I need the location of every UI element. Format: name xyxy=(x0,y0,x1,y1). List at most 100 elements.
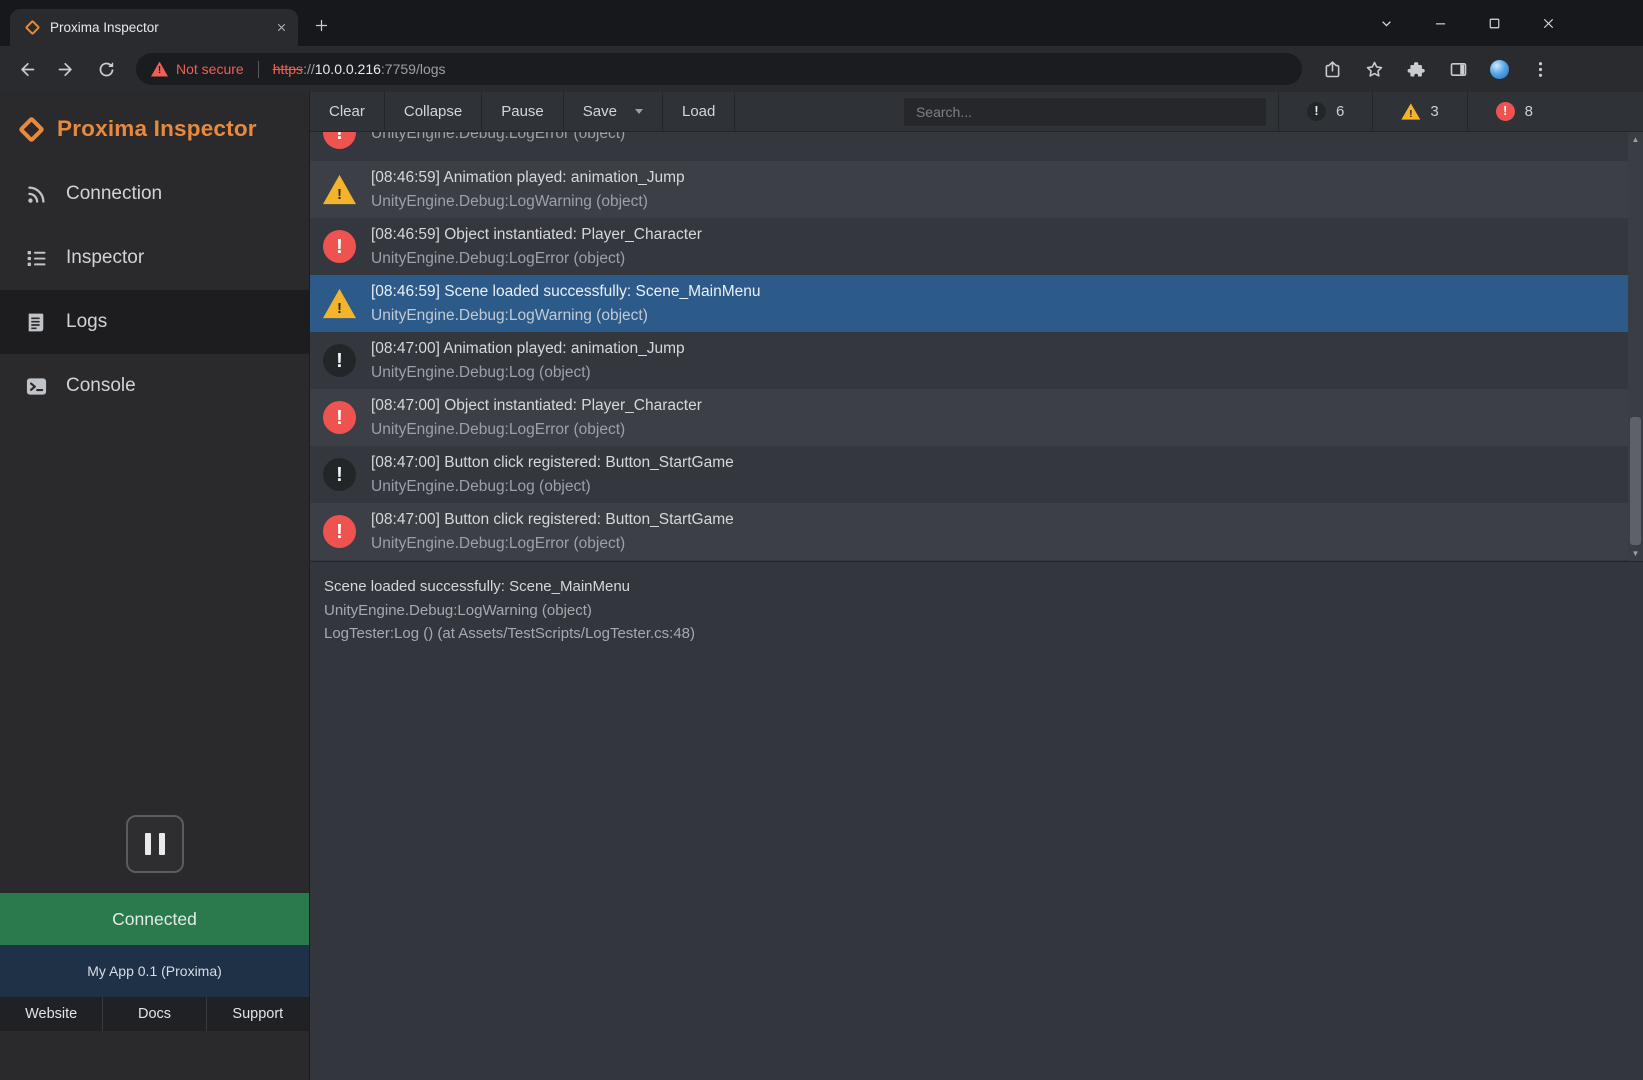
reload-icon[interactable] xyxy=(90,53,122,85)
log-scrollbar[interactable]: ▲ ▼ xyxy=(1628,132,1643,561)
back-icon[interactable] xyxy=(10,53,42,85)
sidebar-item-logs[interactable]: Logs xyxy=(0,290,309,354)
log-source: UnityEngine.Debug:LogWarning (object) xyxy=(371,190,685,213)
bookmark-star-icon[interactable] xyxy=(1364,59,1385,80)
info-count-badge[interactable]: 6 xyxy=(1278,92,1372,131)
log-row[interactable]: [08:47:00] Animation played: animation_J… xyxy=(310,332,1643,389)
error-count-badge[interactable]: 8 xyxy=(1467,92,1643,131)
log-message: [08:47:00] Button click registered: Butt… xyxy=(371,451,734,474)
error-icon xyxy=(323,401,356,434)
clear-button[interactable]: Clear xyxy=(310,92,385,131)
sidebar-item-connection[interactable]: Connection xyxy=(0,162,309,226)
url-scheme: https xyxy=(273,61,303,77)
error-icon xyxy=(323,132,356,149)
pause-stream-button[interactable] xyxy=(126,815,184,873)
detail-line: Scene loaded successfully: Scene_MainMen… xyxy=(324,575,1629,599)
search-input[interactable] xyxy=(904,98,1266,126)
footer-link[interactable]: Support xyxy=(207,997,309,1031)
save-dropdown-caret-icon[interactable] xyxy=(635,109,643,114)
info-icon xyxy=(323,344,356,377)
save-button[interactable]: Save xyxy=(564,92,663,131)
url-text: https://10.0.0.216:7759/logs xyxy=(273,61,446,77)
warning-count-badge[interactable]: 3 xyxy=(1372,92,1466,131)
sidebar-spacer xyxy=(0,418,309,815)
logs-icon xyxy=(24,310,49,335)
minimize-icon[interactable] xyxy=(1429,12,1451,34)
footer-link[interactable]: Docs xyxy=(103,997,206,1031)
log-row[interactable]: [08:47:00] Button click registered: Butt… xyxy=(310,503,1643,560)
scrollbar-thumb[interactable] xyxy=(1630,417,1641,545)
extension-avatar-icon[interactable] xyxy=(1490,60,1509,79)
warning-icon xyxy=(1401,103,1420,120)
maximize-icon[interactable] xyxy=(1483,12,1505,34)
log-message: [08:46:59] Scene loaded successfully: Sc… xyxy=(371,280,760,303)
scroll-down-icon[interactable]: ▼ xyxy=(1632,549,1640,558)
brand-title: Proxima Inspector xyxy=(57,116,257,142)
load-button[interactable]: Load xyxy=(663,92,735,131)
proxima-logo-icon xyxy=(18,116,45,143)
browser-tab-strip: Proxima Inspector xyxy=(0,0,1643,46)
app-info-bar: My App 0.1 (Proxima) xyxy=(0,945,309,997)
log-message: [08:46:59] Animation played: animation_J… xyxy=(371,166,685,189)
footer-link[interactable]: Website xyxy=(0,997,103,1031)
connection-status-badge: Connected xyxy=(0,893,309,945)
log-source: UnityEngine.Debug:Log (object) xyxy=(371,361,685,384)
tab-title: Proxima Inspector xyxy=(50,20,262,35)
log-source: UnityEngine.Debug:LogError (object) xyxy=(371,247,702,270)
browser-tab[interactable]: Proxima Inspector xyxy=(10,9,298,46)
sidebar-nav: Connection Inspector Logs Consol xyxy=(0,162,309,418)
proxima-favicon-icon xyxy=(24,20,40,36)
log-list: UnityEngine.Debug:LogError (object) [08:… xyxy=(310,132,1643,561)
browser-menu-icon[interactable] xyxy=(1530,59,1551,80)
log-row[interactable]: [08:46:59] Animation played: animation_J… xyxy=(310,161,1643,218)
sidebar: Proxima Inspector Connection Inspector xyxy=(0,92,310,1080)
sidebar-item-inspector[interactable]: Inspector xyxy=(0,226,309,290)
log-row[interactable]: [08:47:00] Button click registered: Butt… xyxy=(310,446,1643,503)
log-row[interactable]: UnityEngine.Debug:LogError (object) xyxy=(310,132,1643,161)
detail-line: LogTester:Log () (at Assets/TestScripts/… xyxy=(324,622,1629,646)
url-field[interactable]: Not secure https://10.0.0.216:7759/logs xyxy=(136,53,1302,85)
new-tab-icon[interactable] xyxy=(306,9,336,41)
share-icon[interactable] xyxy=(1322,59,1343,80)
log-message: [08:47:00] Animation played: animation_J… xyxy=(371,337,685,360)
log-source: UnityEngine.Debug:LogError (object) xyxy=(371,418,702,441)
pause-button[interactable]: Pause xyxy=(482,92,564,131)
pause-icon xyxy=(145,833,151,855)
log-row[interactable]: [08:46:59] Scene loaded successfully: Sc… xyxy=(310,275,1643,332)
sidebar-bottom-pad xyxy=(0,1031,309,1080)
side-panel-icon[interactable] xyxy=(1448,59,1469,80)
browser-window: Proxima Inspector xyxy=(0,0,1643,1080)
log-source: UnityEngine.Debug:Log (object) xyxy=(371,475,734,498)
log-detail-panel: Scene loaded successfully: Scene_MainMen… xyxy=(310,561,1643,1080)
log-source: UnityEngine.Debug:LogError (object) xyxy=(371,132,625,145)
sidebar-item-console[interactable]: Console xyxy=(0,354,309,418)
proxima-app: Proxima Inspector Connection Inspector xyxy=(0,92,1643,1080)
console-icon xyxy=(24,374,49,399)
forward-icon[interactable] xyxy=(50,53,82,85)
chevron-down-icon[interactable] xyxy=(1375,12,1397,34)
sidebar-footer: Website Docs Support xyxy=(0,997,309,1031)
collapse-button[interactable]: Collapse xyxy=(385,92,482,131)
address-bar-actions xyxy=(1316,59,1633,80)
tab-close-icon[interactable] xyxy=(272,19,290,37)
log-message: [08:46:59] Object instantiated: Player_C… xyxy=(371,223,702,246)
warning-count: 3 xyxy=(1430,103,1438,120)
info-icon xyxy=(323,458,356,491)
log-row[interactable]: [08:46:59] Object instantiated: Player_C… xyxy=(310,218,1643,275)
window-controls xyxy=(1375,0,1643,46)
log-source: UnityEngine.Debug:LogError (object) xyxy=(371,532,734,555)
warning-icon xyxy=(323,288,356,319)
info-icon xyxy=(1307,102,1326,121)
close-icon[interactable] xyxy=(1537,12,1559,34)
scroll-up-icon[interactable]: ▲ xyxy=(1632,135,1640,144)
log-source: UnityEngine.Debug:LogWarning (object) xyxy=(371,304,760,327)
error-icon xyxy=(323,230,356,263)
not-secure-icon[interactable] xyxy=(151,62,168,77)
extensions-puzzle-icon[interactable] xyxy=(1406,59,1427,80)
error-count: 8 xyxy=(1525,103,1533,120)
inspector-icon xyxy=(24,246,49,271)
log-row[interactable]: [08:47:00] Object instantiated: Player_C… xyxy=(310,389,1643,446)
logs-panel: Clear Collapse Pause Save Load 6 3 xyxy=(310,92,1643,1080)
error-icon xyxy=(1496,102,1515,121)
error-icon xyxy=(323,515,356,548)
